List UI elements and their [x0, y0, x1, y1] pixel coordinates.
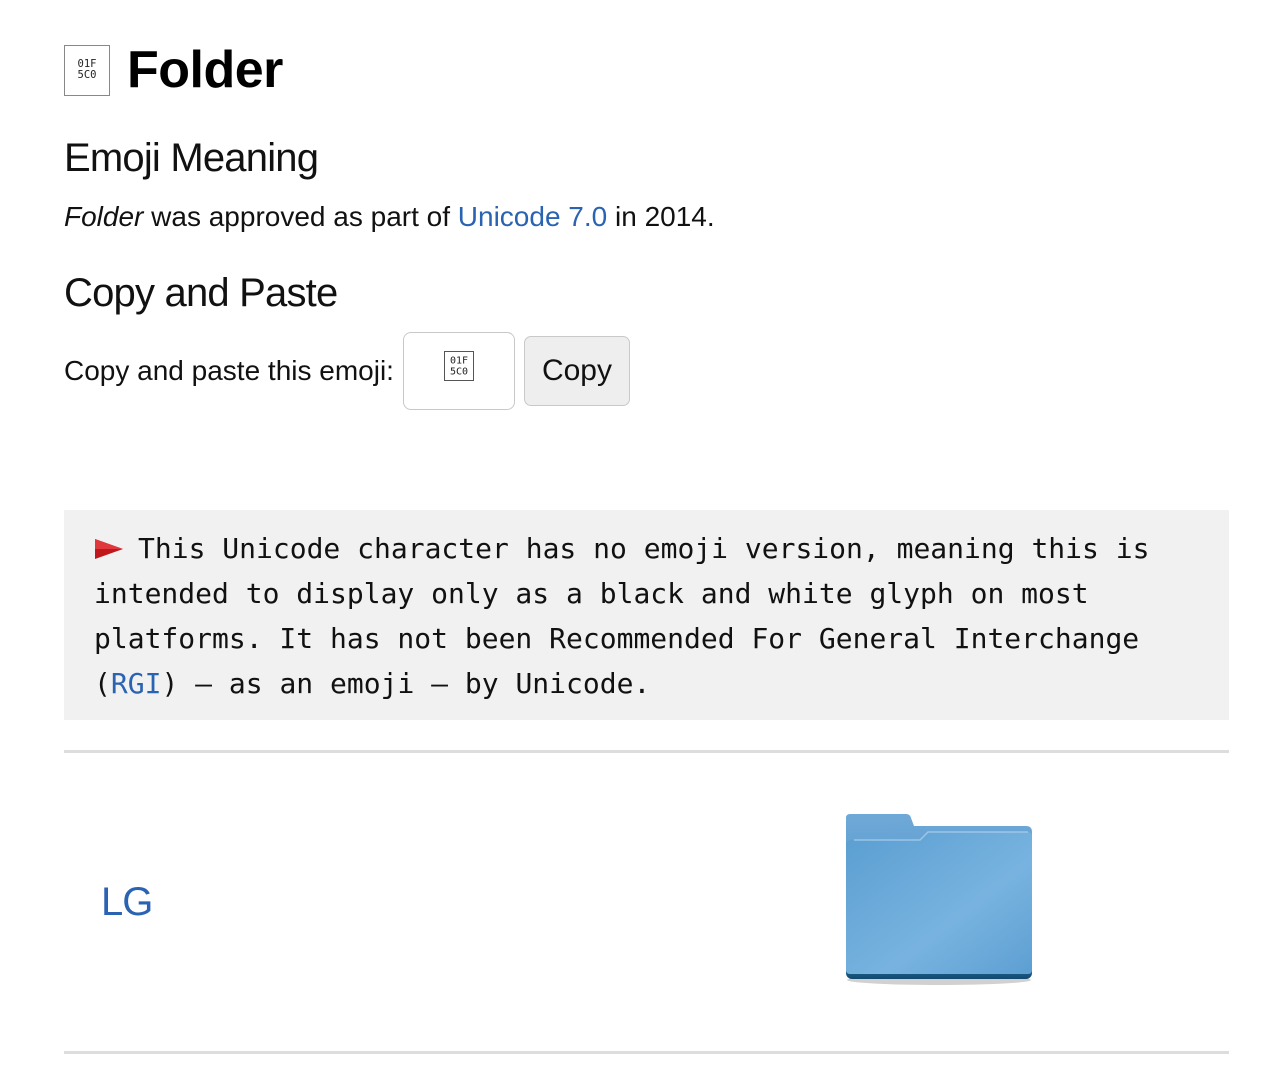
notice-text: This Unicode character has no emoji vers…	[94, 526, 1199, 706]
copy-button[interactable]: Copy	[523, 336, 630, 406]
emoji-name-italic: Folder	[64, 201, 144, 232]
red-flag-icon	[95, 539, 123, 559]
notice-text-end: ) — as an emoji — by Unicode.	[161, 667, 651, 700]
vendor-link-lg[interactable]: LG	[101, 880, 153, 925]
missing-glyph-icon: 01F 5C0	[64, 44, 110, 96]
meaning-text: Folder was approved as part of Unicode 7…	[64, 201, 715, 233]
title-row: 01F 5C0 Folder	[64, 38, 283, 102]
copy-paste-heading: Copy and Paste	[64, 271, 338, 315]
missing-glyph-icon: 01F 5C0	[443, 351, 474, 381]
divider	[64, 750, 1229, 753]
divider	[64, 1051, 1229, 1054]
rgi-notice: This Unicode character has no emoji vers…	[64, 510, 1229, 720]
folder-icon	[846, 814, 1032, 985]
emoji-copy-field[interactable]: 01F 5C0	[402, 332, 515, 410]
meaning-text-middle: was approved as part of	[143, 201, 458, 232]
rgi-link[interactable]: RGI	[111, 667, 162, 700]
glyph-code-bottom: 5C0	[78, 69, 97, 81]
glyph-code-top: 01F	[450, 356, 468, 367]
copy-row: Copy and paste this emoji: 01F 5C0 Copy	[64, 332, 630, 410]
copy-label: Copy and paste this emoji:	[64, 355, 394, 386]
page-title: Folder	[127, 41, 283, 99]
meaning-text-end: in 2014.	[607, 201, 715, 232]
glyph-code-bottom: 5C0	[450, 367, 468, 378]
unicode-version-link[interactable]: Unicode 7.0	[458, 201, 607, 232]
meaning-heading: Emoji Meaning	[64, 136, 319, 180]
